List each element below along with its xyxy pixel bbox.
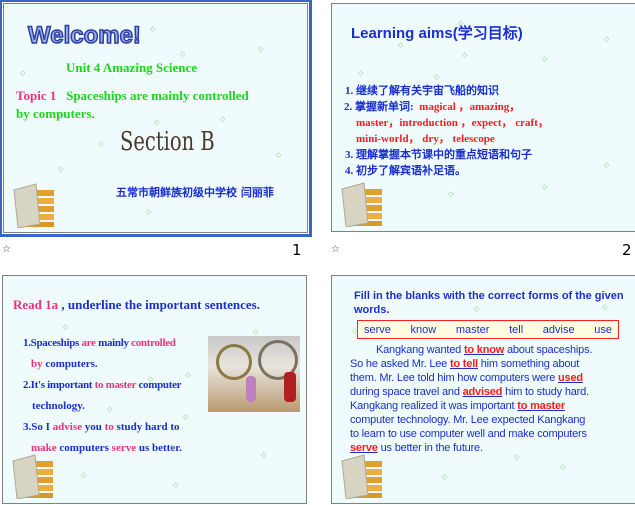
slide-title: Learning aims(学习目标) [351,25,523,42]
topic-text: Spaceships are mainly controlled [66,88,249,103]
answer-blank: to master [517,400,565,412]
vocab-line-2: master，introduction ，expect， craft， [356,117,549,129]
topic-line: Topic 1 Spaceships are mainly controlled [16,88,249,104]
answer-blank: to know [463,344,505,356]
cloze-passage: Kangkang wanted to know about spaceships… [350,344,593,454]
books-icon [12,454,54,499]
slide-transition-icon: ☆ [331,244,340,255]
topic-label: Topic 1 [16,88,57,103]
aim-1: 1. 继续了解有关宇宙飞船的知识 [345,85,499,97]
answer-blank: to tell [449,358,478,370]
slide-thumbnail-4[interactable]: Fill in the blanks with the correct form… [331,275,635,504]
vocab-words: magical ，amazing， [419,101,521,113]
slide-thumbnail-2[interactable]: Learning aims(学习目标) 1. 继续了解有关宇宙飞船的知识 2. … [331,3,635,232]
answer-blank: used [558,372,583,384]
books-icon [341,454,383,499]
aim-3: 3. 理解掌握本节课中的重点短语和句子 [345,149,532,161]
slide-title: Read 1a , underline the important senten… [13,297,260,313]
slide-number-1: 1 [292,241,302,259]
vocab-line-3: mini-world， dry， telescope [356,133,495,145]
photo-armillary-sphere [208,336,300,412]
topic-line-2: by computers. [16,106,95,121]
sentence-2: 2.It's important to master computer [23,379,182,391]
slide-thumbnail-1[interactable]: Welcome! Unit 4 Amazing Science Topic 1 … [0,0,312,237]
slide-transition-icon: ☆ [2,244,11,255]
aim-2: 2. 掌握新单词: magical ，amazing， [344,98,520,114]
title-blue: , underline the important sentences. [61,297,260,312]
sentence-2b: technology. [32,400,85,412]
books-icon [341,182,383,227]
sentence-1: 1.Spaceships are mainly controlled [23,337,176,349]
sentence-3: 3.So I advise you to study hard to [23,421,180,433]
sentence-1b: by computers. [31,358,98,370]
author: 五常市朝鲜族初级中学校 闫丽菲 [116,186,274,199]
slide-thumbnail-3[interactable]: Read 1a , underline the important senten… [2,275,307,504]
title-red: Read 1a [13,297,59,312]
unit-title: Unit 4 Amazing Science [66,60,198,75]
slide-number-2: 2 [622,241,632,259]
word-bank: serve know master tell advise use [357,320,619,339]
aim-2-label: 2. 掌握新单词: [344,101,414,113]
answer-blank: advised [462,386,503,398]
aim-4: 4. 初步了解宾语补足语。 [345,165,466,177]
section-title: Section B [120,127,215,157]
slide-title: Fill in the blanks with the correct form… [354,290,624,316]
welcome-logo: Welcome! [27,21,141,50]
books-icon [13,183,55,228]
